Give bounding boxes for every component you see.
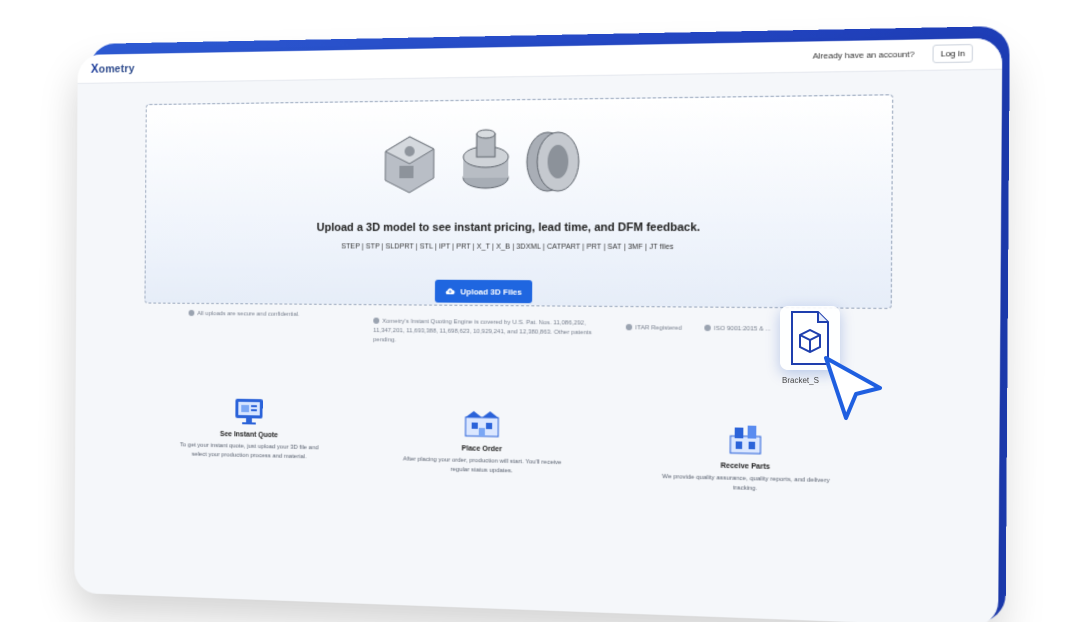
lock-icon [188,310,195,317]
step-see-instant-quote: See Instant Quote To get your instant qu… [176,395,323,463]
login-button[interactable]: Log in [932,43,973,64]
cloud-upload-icon [445,288,455,295]
step-place-order: Place Order After placing your order, pr… [400,406,564,478]
monitor-quote-icon [235,398,263,425]
sample-parts-illustration [379,127,595,197]
step-title: See Instant Quote [219,430,279,440]
stage: Xometry Already have an account? Log in [0,0,1080,622]
logo[interactable]: Xometry [91,61,135,76]
dragged-file-name: Bracket_S [782,376,819,385]
upload-dropzone[interactable]: Upload a 3D model to see instant pricing… [144,94,894,310]
upload-files-button[interactable]: Upload 3D Files [434,279,533,304]
badge-icon [704,325,711,332]
upload-headline: Upload a 3D model to see instant pricing… [316,221,701,235]
upload-files-label: Upload 3D Files [460,286,522,297]
shield-icon [625,324,633,331]
logo-text: ometry [98,62,135,76]
patent-note: Xometry's Instant Quoting Engine is cove… [373,317,598,348]
factory-order-icon [461,410,502,441]
step-receive-parts: Receive Parts We provide quality assuran… [654,420,838,497]
gear-shaft-part-icon [463,130,508,189]
iso-note-text: ISO 9001:2015 & ... [713,325,771,333]
itar-note: ITAR Registered [625,324,682,334]
step-description: To get your instant quote, just upload y… [180,442,319,461]
account-prompt: Already have an account? [812,49,915,61]
app-window: Xometry Already have an account? Log in [74,37,1003,622]
step-description: We provide quality assurance, quality re… [662,473,830,493]
info-icon [373,317,380,325]
step-title: Place Order [461,445,502,454]
housing-part-icon [385,137,434,193]
iso-note: ISO 9001:2015 & ... [704,325,771,335]
pointer-cursor-icon [824,356,882,420]
supported-formats: STEP | STP | SLDPRT | STL | IPT | PRT | … [341,243,674,252]
itar-note-text: ITAR Registered [635,325,682,332]
step-title: Receive Parts [720,462,771,472]
secure-note: All uploads are secure and confidential. [188,310,346,321]
step-description: After placing your order, production wil… [402,456,562,475]
pulley-part-icon [527,132,579,191]
secure-note-text: All uploads are secure and confidential. [197,310,300,318]
parts-delivery-icon [724,425,767,458]
patent-note-text: Xometry's Instant Quoting Engine is cove… [373,318,592,344]
